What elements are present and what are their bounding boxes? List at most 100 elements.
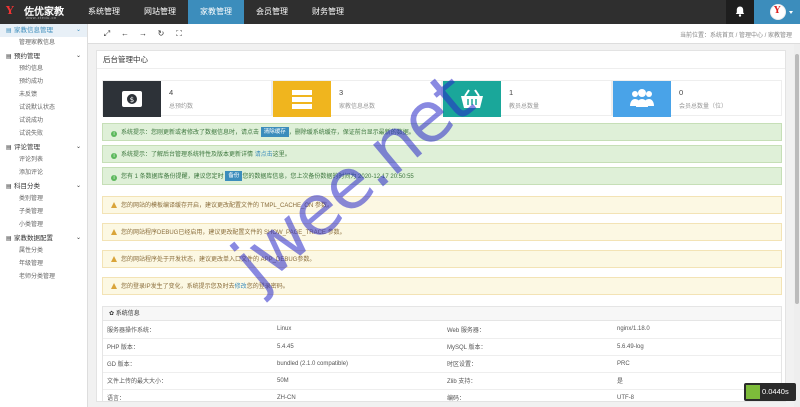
server-icon bbox=[273, 81, 331, 117]
nav-system[interactable]: 系统管理 bbox=[76, 0, 132, 24]
sidebar-group-comments[interactable]: ▤ 评论管理 ⌄ bbox=[0, 141, 87, 154]
sidebar-item[interactable]: 属性分类 bbox=[0, 245, 87, 258]
alert-cache: i 系统提示：您刚更新或者修改了数据信息时，请点击 清除缓存 ，删除缓系统缓存，保证… bbox=[102, 123, 782, 141]
chevron-down-icon bbox=[789, 11, 793, 14]
page-timer[interactable]: 0.0440s bbox=[744, 383, 796, 401]
sidebar-item[interactable]: 子类管理 bbox=[0, 206, 87, 219]
stat-label: 家教信息总数 bbox=[339, 104, 376, 110]
back-icon[interactable]: ← bbox=[118, 27, 132, 41]
sidebar-group-tutor-info[interactable]: ▤ 家教信息管理 ⌄ bbox=[0, 24, 87, 37]
sidebar-item[interactable]: 小类管理 bbox=[0, 219, 87, 232]
scrollbar-thumb[interactable] bbox=[795, 54, 799, 304]
alert-dev-state: 您的网站程序处于开发状态，建议更改单入口文件的 APP_DEBUG参数。 bbox=[102, 250, 782, 268]
page-title: 后台管理中心 bbox=[97, 51, 785, 69]
alert-debug: 您的网站程序DEBUG已经启用，建议更改配置文件的 SHOW_PAGE_TRAC… bbox=[102, 223, 782, 241]
nav-member[interactable]: 会员管理 bbox=[244, 0, 300, 24]
toolbar: ⤢ ← → ↻ ⛶ 当前位置：系统首页 / 管理中心 / 家教管理 bbox=[88, 24, 800, 44]
notification-button[interactable] bbox=[726, 0, 754, 24]
svg-text:$: $ bbox=[130, 96, 134, 104]
main-content: ⤢ ← → ↻ ⛶ 当前位置：系统首页 / 管理中心 / 家教管理 后台管理中心… bbox=[88, 24, 800, 407]
logo-mark: Y bbox=[6, 4, 14, 17]
stat-value: 1 bbox=[509, 88, 514, 97]
user-menu[interactable]: Y bbox=[754, 0, 800, 24]
sidebar-item[interactable]: 类别管理 bbox=[0, 193, 87, 206]
sidebar-item[interactable]: 未反馈 bbox=[0, 89, 87, 102]
table-row: 语言： ZH-CN 编码： UTF-8 bbox=[103, 389, 781, 401]
sidebar-item[interactable]: 试说失败 bbox=[0, 128, 87, 141]
table-row: 服务器操作系统： Linux Web 服务器： nginx/1.18.0 bbox=[103, 321, 781, 339]
timer-value: 0.0440s bbox=[762, 387, 789, 396]
sidebar: ▤ 家教信息管理 ⌄ 管理家教信息 ▤ 预约管理 ⌄ 预约信息 预约成功 未反馈 试说默… bbox=[0, 24, 88, 407]
sidebar-group-config[interactable]: ▤ 家教数据配置 ⌄ bbox=[0, 232, 87, 245]
warning-icon bbox=[111, 283, 117, 289]
warning-icon bbox=[111, 256, 117, 262]
refresh-icon[interactable]: ↻ bbox=[154, 27, 168, 41]
main-nav: 系统管理 网站管理 家教管理 会员管理 财务管理 bbox=[76, 0, 356, 24]
nav-website[interactable]: 网站管理 bbox=[132, 0, 188, 24]
gear-icon: ✿ bbox=[109, 311, 115, 317]
chevron-down-icon: ⌄ bbox=[75, 27, 81, 33]
sidebar-item[interactable]: 评论列表 bbox=[0, 154, 87, 167]
avatar: Y bbox=[770, 4, 786, 20]
users-icon bbox=[613, 81, 671, 117]
sidebar-item[interactable]: 年级管理 bbox=[0, 258, 87, 271]
chart-icon bbox=[746, 385, 760, 399]
sidebar-item[interactable]: 老师分类管理 bbox=[0, 271, 87, 284]
chevron-down-icon: ⌄ bbox=[75, 53, 81, 59]
stats-row: $ 4 总预约数 3 家教信息总数 1 教员总数量 0 会员总数量（位） bbox=[102, 80, 782, 117]
alert-version: i 系统提示：了解后台管理系统特性及版本更新详情 请点击这里。 bbox=[102, 145, 782, 163]
chevron-down-icon: ⌄ bbox=[75, 144, 81, 150]
sidebar-item[interactable]: 管理家教信息 bbox=[0, 37, 87, 50]
table-row: 文件上传的最大大小： 50M Zlib 支持：是 bbox=[103, 372, 781, 390]
alert-ip-change: 您的登录IP发生了变化，系统提示您及时去修改您的登录密码。 bbox=[102, 277, 782, 295]
list-icon: ▤ bbox=[6, 54, 12, 60]
bell-icon bbox=[735, 6, 745, 17]
forward-icon[interactable]: → bbox=[136, 27, 150, 41]
sidebar-item[interactable]: 试说成功 bbox=[0, 115, 87, 128]
sidebar-item[interactable]: 添加评论 bbox=[0, 167, 87, 180]
stat-members[interactable]: 0 会员总数量（位） bbox=[612, 80, 782, 117]
sidebar-group-booking[interactable]: ▤ 预约管理 ⌄ bbox=[0, 50, 87, 63]
table-row: PHP 版本： 5.4.45 MySQL 版本： 5.6.49-log bbox=[103, 338, 781, 356]
breadcrumb: 当前位置：系统首页 / 管理中心 / 家教管理 bbox=[679, 33, 792, 39]
chevron-down-icon: ⌄ bbox=[75, 235, 81, 241]
system-info-header: ✿ 系统信息 bbox=[103, 307, 781, 321]
stat-tutor-info[interactable]: 3 家教信息总数 bbox=[272, 80, 442, 117]
system-info-table: 服务器操作系统： Linux Web 服务器： nginx/1.18.0 PHP 版本… bbox=[103, 321, 781, 401]
nav-finance[interactable]: 财务管理 bbox=[300, 0, 356, 24]
sidebar-item[interactable]: 试说默认状态 bbox=[0, 102, 87, 115]
nav-tutor[interactable]: 家教管理 bbox=[188, 0, 244, 24]
sidebar-group-subjects[interactable]: ▤ 科目分类 ⌄ bbox=[0, 180, 87, 193]
money-icon: $ bbox=[103, 81, 161, 117]
sidebar-item[interactable]: 预约信息 bbox=[0, 63, 87, 76]
table-row: GD 版本： bundled (2.1.0 compatible) 时区设置： PRC bbox=[103, 355, 781, 373]
info-icon: i bbox=[111, 175, 117, 181]
stat-label: 总预约数 bbox=[169, 104, 194, 110]
info-icon: i bbox=[111, 131, 117, 137]
stat-value: 3 bbox=[339, 88, 344, 97]
scrollbar[interactable] bbox=[794, 44, 800, 407]
backup-button[interactable]: 备份 bbox=[225, 171, 243, 181]
list-icon: ▤ bbox=[6, 28, 12, 34]
stat-value: 4 bbox=[169, 88, 174, 97]
logo-sub: www.ztedu.cn bbox=[26, 15, 57, 20]
alert-backup: i 您有 1 条数据库备份提醒，建议您定时 备份 您的数据库信息，您上次备份数据的时… bbox=[102, 167, 782, 185]
stat-label: 会员总数量（位） bbox=[679, 104, 728, 110]
warning-icon bbox=[111, 202, 117, 208]
system-info: ✿ 系统信息 服务器操作系统： Linux Web 服务器： nginx/1.18.0… bbox=[102, 306, 782, 401]
stat-label: 教员总数量 bbox=[509, 104, 540, 110]
version-link[interactable]: 请点击 bbox=[255, 152, 273, 158]
list-icon: ▤ bbox=[6, 145, 12, 151]
list-icon: ▤ bbox=[6, 184, 12, 190]
logo[interactable]: Y 佐优家教 www.ztedu.cn bbox=[4, 2, 76, 22]
stat-teachers[interactable]: 1 教员总数量 bbox=[442, 80, 612, 117]
dashboard-panel: 后台管理中心 $ 4 总预约数 3 家教信息总数 1 教员总数量 0 会员总数量… bbox=[96, 50, 786, 402]
basket-icon bbox=[443, 81, 501, 117]
clear-cache-button[interactable]: 清除缓存 bbox=[260, 127, 289, 137]
sidebar-item[interactable]: 预约成功 bbox=[0, 76, 87, 89]
fullscreen-icon[interactable]: ⛶ bbox=[172, 27, 186, 41]
top-bar: Y 佐优家教 www.ztedu.cn 系统管理 网站管理 家教管理 会员管理 … bbox=[0, 0, 800, 24]
expand-icon[interactable]: ⤢ bbox=[100, 27, 114, 41]
stat-bookings[interactable]: $ 4 总预约数 bbox=[102, 80, 272, 117]
change-password-link[interactable]: 修改 bbox=[235, 284, 247, 290]
